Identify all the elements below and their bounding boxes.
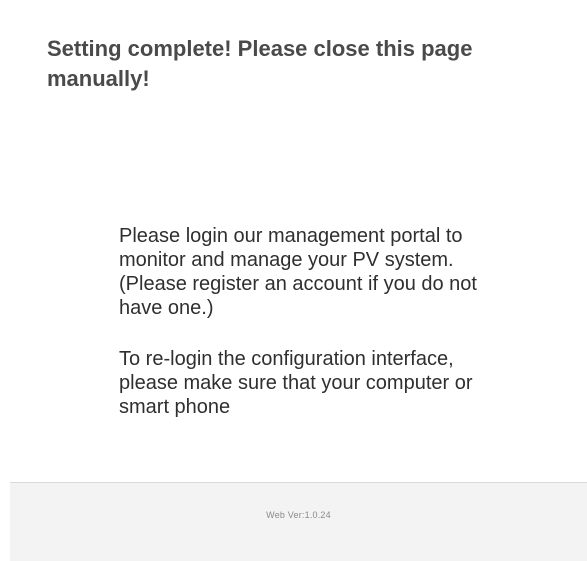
settings-complete-page: Setting complete! Please close this page… [0, 0, 587, 561]
footer-bar: Web Ver:1.0.24 [10, 482, 587, 561]
page-title: Setting complete! Please close this page… [47, 36, 473, 91]
web-version-label: Web Ver:1.0.24 [266, 510, 331, 520]
login-portal-paragraph: Please login our management portal to mo… [119, 225, 477, 319]
message-body: Please login our management portal to mo… [119, 224, 479, 480]
relogin-paragraph: To re-login the configuration interface,… [119, 348, 473, 418]
